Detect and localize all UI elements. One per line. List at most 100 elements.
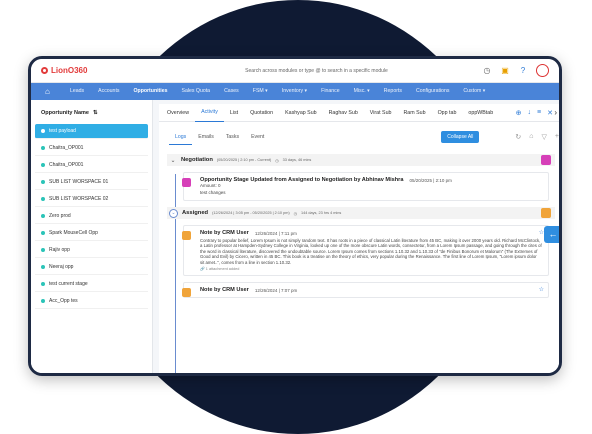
timeline-line [175,174,176,373]
app-window: LionO360 Search across modules or type @… [28,56,562,376]
list-item-label: test payload [49,128,76,134]
chevron-down-icon[interactable]: ⌄ [169,208,178,218]
tab-virat-sub[interactable]: Virat Sub [364,104,398,122]
chevron-right-icon[interactable]: › [554,108,557,117]
help-icon[interactable]: ? [518,66,528,76]
opportunity-list: test payload Chaitra_OP001 Chaitra_OP001… [35,124,148,309]
stage-range: (05/20/2025 | 2:10 pm - Current) [216,158,272,162]
chevron-down-icon[interactable]: ⌄ [169,157,177,164]
subtab-tasks[interactable]: Tasks [220,130,245,144]
tab-tools: ⊕ ↓ ≡ ✕ [516,109,559,117]
subtab-emails[interactable]: Emails [192,130,220,144]
lock-icon[interactable]: ⌂ [529,133,533,141]
nav-item-inventory[interactable]: Inventory ▾ [275,83,314,100]
refresh-icon[interactable]: ↻ [515,133,521,141]
logo-icon [41,67,48,74]
note-date: 12/26/2024 | 7:11 pm [254,230,297,236]
list-item[interactable]: Spark MouseCell Opp [35,226,148,241]
download-icon[interactable]: ↓ [528,109,532,117]
list-item-label: test current stage [49,281,88,287]
star-icon[interactable]: ☆ [539,286,544,293]
stage-update-icon [182,178,191,187]
opportunity-sidebar: Opportunity Name ⇅ test payload Chaitra_… [31,100,153,373]
detail-panel: Overview Activity List Quotation Kashyap… [159,104,559,373]
tab-opp-tab[interactable]: Opp tab [432,104,463,122]
home-icon[interactable]: ⌂ [45,87,63,96]
side-panel-toggle[interactable]: ← [544,226,559,243]
list-item[interactable]: Chaitra_OP001 [35,141,148,156]
tab-raghav-sub[interactable]: Raghav Sub [323,104,364,122]
list-item[interactable]: Zero prod [35,209,148,224]
list-item[interactable]: Chaitra_OP001 [35,158,148,173]
close-icon[interactable]: ✕ [547,109,553,117]
stage-header-assigned[interactable]: ⌄ Assigned (12/26/2024 | 3:05 pm - 05/20… [167,207,555,219]
clock-icon[interactable]: ◷ [482,66,492,76]
filter-icon[interactable]: ▽ [542,133,547,141]
nav-item-misc[interactable]: Misc. ▾ [347,83,377,100]
nav-item-custom[interactable]: Custom ▾ [456,83,492,100]
top-bar: LionO360 Search across modules or type @… [31,59,559,83]
sort-icon[interactable]: ⇅ [93,110,98,116]
nav-item-configurations[interactable]: Configurations [409,83,456,100]
note-card: Note by CRM User 12/26/2024 | 7:11 pm ☆ … [182,225,549,277]
list-item[interactable]: Acc_Opp tes [35,294,148,309]
content-area: Opportunity Name ⇅ test payload Chaitra_… [31,100,559,373]
add-circle-icon[interactable]: ⊕ [516,109,522,117]
status-dot-icon [41,248,45,252]
nav-item-opportunities[interactable]: Opportunities [126,83,174,100]
status-dot-icon [41,231,45,235]
list-item-label: Rajiv opp [49,247,70,253]
attachment-label: 1 attachment added [205,267,240,272]
tab-oppwbtab[interactable]: oppWBtab [462,104,499,122]
nav-item-sales-quota[interactable]: Sales Quota [175,83,218,100]
global-search[interactable]: Search across modules or type @ to searc… [151,68,482,74]
list-item[interactable]: Neeraj opp [35,260,148,275]
subtab-event[interactable]: Event [245,130,270,144]
stage-name: Assigned [182,210,209,216]
nav-item-leads[interactable]: Leads [63,83,91,100]
app-logo[interactable]: LionO360 [41,66,151,75]
avatar[interactable] [536,64,549,77]
status-dot-icon [41,299,45,303]
list-item-label: Neeraj opp [49,264,74,270]
detail-tabs: Overview Activity List Quotation Kashyap… [159,104,559,122]
list-item[interactable]: SUB LIST WORSPACE 02 [35,192,148,207]
clock-icon: ◷ [293,211,297,216]
collapse-all-button[interactable]: Collapse All [441,131,480,143]
add-icon[interactable]: + [555,133,559,141]
list-item-label: Spark MouseCell Opp [49,230,98,236]
tab-list[interactable]: List [224,104,244,122]
notification-icon[interactable]: ▣ [500,66,510,76]
activity-subtabs: Logs Emails Tasks Event Collapse All ↻ ⌂… [159,127,559,147]
stage-header-negotiation[interactable]: ⌄ Negotiation (05/20/2025 | 2:10 pm - Cu… [167,154,555,166]
list-item[interactable]: SUB LIST WORSPACE 01 [35,175,148,190]
status-dot-icon [41,163,45,167]
card-title: Opportunity Stage Updated from Assigned … [200,177,404,183]
stage-icon [541,208,551,218]
list-item[interactable]: Rajiv opp [35,243,148,258]
list-item-label: SUB LIST WORSPACE 01 [49,179,109,185]
status-dot-icon [41,146,45,150]
subtab-logs[interactable]: Logs [169,130,193,145]
arrow-left-icon: ← [548,229,558,239]
tab-quotation[interactable]: Quotation [244,104,279,122]
note-attachment[interactable]: 🔗 1 attachment added [190,266,542,271]
status-dot-icon [41,214,45,218]
nav-item-accounts[interactable]: Accounts [91,83,126,100]
note-card: Note by CRM User 12/26/2024 | 7:07 pm ☆ [182,282,549,299]
list-item-label: Chaitra_OP001 [49,162,84,168]
nav-item-reports[interactable]: Reports [377,83,409,100]
nav-item-fsm[interactable]: FSM ▾ [246,83,275,100]
menu-icon[interactable]: ≡ [537,109,541,117]
tab-ram-sub[interactable]: Ram Sub [397,104,431,122]
nav-item-finance[interactable]: Finance [314,83,346,100]
list-item[interactable]: test payload [35,124,148,139]
tab-overview[interactable]: Overview [161,104,195,122]
status-dot-icon [41,282,45,286]
list-item[interactable]: test current stage [35,277,148,292]
stage-update-card: Opportunity Stage Updated from Assigned … [182,172,549,201]
tab-activity[interactable]: Activity [195,103,224,122]
list-item-label: Zero prod [49,213,71,219]
nav-item-cases[interactable]: Cases [217,83,246,100]
tab-kashyap-sub[interactable]: Kashyap Sub [279,104,323,122]
